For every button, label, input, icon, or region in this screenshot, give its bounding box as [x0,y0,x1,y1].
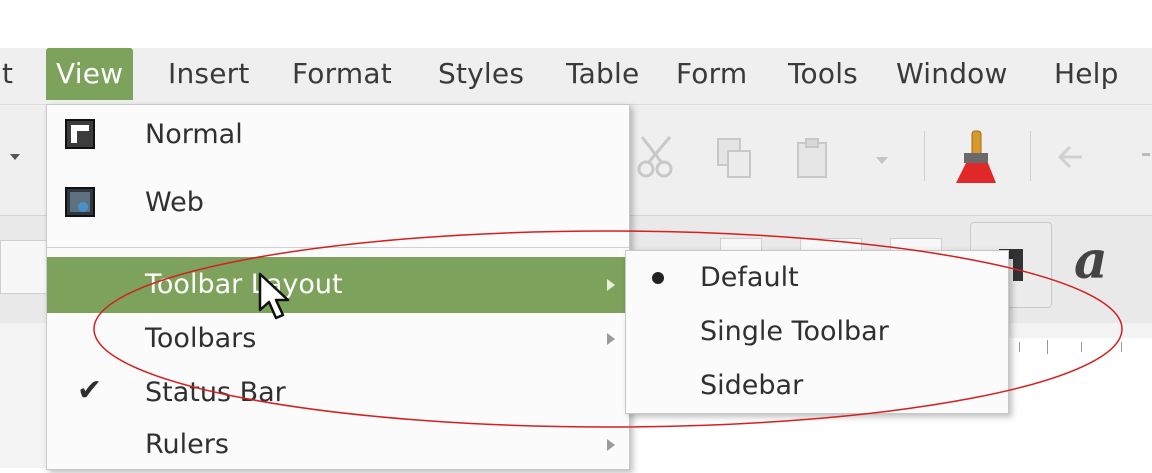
menu-edit-partial[interactable]: t [2,48,13,100]
menu-item-label: Normal [145,119,243,150]
submenu-item-default[interactable]: Default [626,251,1008,305]
menu-item-label: Toolbar Layout [145,269,343,300]
ruler-tick [1081,342,1082,352]
window-top-area [0,0,1152,48]
menu-item-label: Status Bar [145,377,286,408]
clone-formatting-icon[interactable] [946,127,1006,187]
ruler-tick [1047,340,1048,354]
view-menu-dropdown: Normal Web Toolbar Layout Toolbars ✔ Sta… [46,104,630,470]
menu-item-rulers[interactable]: Rulers [47,417,629,473]
submenu-item-label: Sidebar [700,370,804,401]
submenu-item-single-toolbar[interactable]: Single Toolbar [626,305,1008,359]
menu-help[interactable]: Help [1054,48,1119,100]
menu-bar: t View Insert Format Styles Table Form T… [0,48,1152,105]
undo-icon[interactable] [1052,137,1102,177]
cut-icon[interactable] [630,131,682,183]
menu-tools[interactable]: Tools [788,48,858,100]
radio-selected-icon [652,272,664,284]
menu-item-toolbar-layout[interactable]: Toolbar Layout [47,257,629,313]
menu-window[interactable]: Window [896,48,1008,100]
menu-item-label: Rulers [145,429,229,460]
ruler-tick [1019,342,1020,352]
menu-separator [47,247,629,248]
ruler-tick [1121,342,1122,352]
menu-item-web[interactable]: Web [47,175,629,231]
paste-dropdown-icon[interactable] [872,151,892,171]
paste-icon[interactable] [790,135,838,183]
submenu-item-label: Single Toolbar [700,316,889,347]
menu-form[interactable]: Form [676,48,747,100]
toolbar-layout-submenu: Default Single Toolbar Sidebar [625,250,1009,414]
italic-font-icon[interactable]: a [1074,230,1108,291]
menu-table[interactable]: Table [566,48,639,100]
toolbar-separator [924,131,925,181]
menu-styles[interactable]: Styles [438,48,524,100]
submenu-arrow-icon [607,439,615,451]
submenu-item-sidebar[interactable]: Sidebar [626,359,1008,413]
menu-item-status-bar[interactable]: ✔ Status Bar [47,365,629,421]
menu-item-toolbars[interactable]: Toolbars [47,311,629,367]
submenu-arrow-icon [607,279,615,291]
mouse-cursor-icon [258,272,290,320]
menu-item-label: Toolbars [145,323,257,354]
menu-insert[interactable]: Insert [168,48,250,100]
checkmark-icon: ✔ [77,373,103,408]
submenu-item-label: Default [700,262,799,293]
menu-item-normal[interactable]: Normal [47,107,629,163]
web-view-icon [65,187,95,217]
menu-view[interactable]: View [46,48,134,100]
undo-dropdown-icon[interactable] [1142,153,1150,156]
paragraph-style-box[interactable] [0,240,48,294]
copy-icon[interactable] [712,135,760,183]
menu-item-label: Web [145,187,204,218]
menu-format[interactable]: Format [292,48,392,100]
submenu-arrow-icon [607,333,615,345]
toolbar-separator [1030,131,1031,181]
normal-view-icon [65,119,95,149]
dropdown-arrow-icon[interactable] [8,150,22,164]
